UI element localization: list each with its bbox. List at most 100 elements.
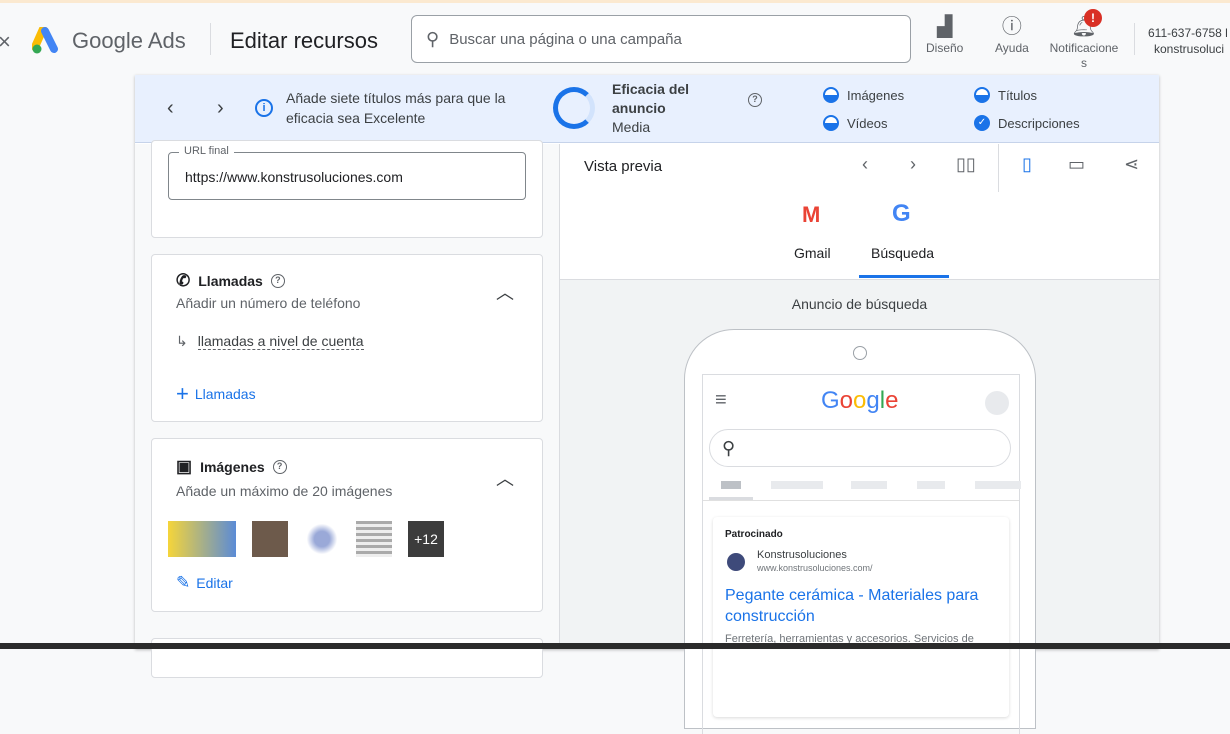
preview-header: Vista previa ‹ › ▯▯ ▯ ▭ ⋖ M G Gmail Búsq… [560, 144, 1159, 280]
notifications-button[interactable]: 🔔︎! Notificaciones [1048, 9, 1120, 71]
google-ads-logo[interactable]: Google Ads [32, 27, 186, 55]
final-url-label: URL final [179, 145, 234, 157]
ad-strength-value: Media [612, 119, 651, 135]
phone-tabs [703, 479, 1021, 501]
search-icon: ⚲ [722, 438, 736, 458]
prev-tip-button[interactable]: ‹ [167, 97, 174, 120]
check-videos: Vídeos [823, 115, 887, 131]
account-name: konstrusoluci [1154, 42, 1225, 56]
camera [853, 346, 867, 360]
plus-icon: + [176, 381, 189, 406]
phone-search-bar: ⚲ [709, 429, 1011, 467]
display-url: www.konstrusoluciones.com/ [757, 563, 873, 573]
advertiser-favicon [727, 553, 745, 571]
final-url-input[interactable]: URL final https://www.konstrusoluciones.c… [168, 145, 526, 200]
notifications-label: Notificaciones [1049, 41, 1119, 70]
help-icon: ⓘ [1001, 16, 1022, 38]
calls-subtitle: Añadir un número de teléfono [176, 295, 361, 311]
account-calls: ↳ llamadas a nivel de cuenta [176, 333, 364, 350]
product-name: Google Ads [72, 28, 186, 53]
image-thumbnail[interactable] [252, 521, 288, 557]
images-header: ▣ Imágenes? [176, 457, 287, 477]
divider [210, 23, 211, 55]
image-thumbnail[interactable] [168, 521, 236, 557]
columns-icon[interactable]: ▯▯ [956, 154, 976, 175]
more-images[interactable]: +12 [408, 521, 444, 557]
avatar [985, 391, 1009, 415]
collapse-icon[interactable]: ︿ [496, 279, 514, 305]
ad-strength-title: Eficacia del anuncio [612, 81, 690, 116]
image-icon: ▣ [176, 457, 193, 476]
phone-frame: ≡ Google ⚲ Patrocinado Konstrusoluciones… [684, 329, 1036, 734]
add-calls-button[interactable]: + Llamadas [176, 381, 256, 407]
preview-column: Vista previa ‹ › ▯▯ ▯ ▭ ⋖ M G Gmail Búsq… [559, 144, 1159, 734]
account-calls-link[interactable]: llamadas a nivel de cuenta [197, 333, 364, 350]
tab-placeholder [917, 481, 945, 489]
tab-indicator [709, 497, 753, 500]
divider [998, 144, 999, 192]
check-label: Vídeos [847, 115, 888, 131]
tab-gmail[interactable]: Gmail [794, 245, 831, 261]
help-label: Ayuda [995, 41, 1029, 55]
gmail-icon: M [802, 202, 821, 227]
search-ad-preview: Patrocinado Konstrusoluciones www.konstr… [713, 517, 1009, 717]
image-thumbnail[interactable] [304, 521, 340, 557]
next-tip-button[interactable]: › [217, 97, 224, 120]
account-id: 611-637-6758 l [1148, 26, 1228, 40]
check-label: Descripciones [998, 115, 1080, 131]
edit-label: Editar [196, 575, 233, 591]
design-label: Diseño [926, 41, 964, 55]
tab-placeholder [851, 481, 887, 489]
preview-area: Anuncio de búsqueda ≡ Google ⚲ Patrocina… [560, 280, 1159, 734]
design-icon: ▟ [936, 16, 953, 38]
ads-logo-icon [32, 27, 58, 54]
check-label: Imágenes [847, 87, 905, 103]
help-button[interactable]: ⓘ Ayuda [995, 13, 1029, 56]
close-icon[interactable]: × [0, 29, 11, 55]
design-button[interactable]: ▟ Diseño [926, 13, 963, 56]
bottom-bar [0, 643, 1230, 649]
google-logo: Google [821, 387, 899, 414]
edit-images-button[interactable]: ✎ Editar [176, 573, 233, 593]
tab-placeholder [771, 481, 823, 489]
account-menu[interactable]: 611-637-6758 l konstrusoluci [1148, 25, 1228, 57]
help-icon[interactable]: ? [270, 274, 285, 288]
tab-placeholder [721, 481, 741, 489]
search-icon: ⚲ [426, 28, 440, 49]
images-title: Imágenes [200, 459, 265, 475]
ad-strength-ring [553, 87, 595, 129]
notification-badge: ! [1084, 9, 1102, 27]
ad-strength-banner: ‹ › i Añade siete títulos más para que l… [135, 75, 1159, 143]
info-icon: i [255, 99, 273, 117]
final-url-value: https://www.konstrusoluciones.com [185, 169, 403, 185]
editor-panel: ‹ › i Añade siete títulos más para que l… [135, 75, 1159, 734]
help-icon[interactable]: ? [748, 93, 762, 107]
partial-icon [823, 115, 839, 131]
images-subtitle: Añade un máximo de 20 imágenes [176, 483, 393, 499]
advertiser-name: Konstrusoluciones [757, 549, 847, 561]
collapse-icon[interactable]: ︿ [496, 465, 514, 491]
check-images: Imágenes [823, 87, 904, 103]
check-descriptions: ✓ Descripciones [974, 115, 1080, 131]
tab-placeholder [975, 481, 1021, 489]
image-thumbnail[interactable] [356, 521, 392, 557]
tip-message: Añade siete títulos más para que la efic… [286, 90, 506, 126]
active-tab-indicator [859, 275, 949, 278]
ad-headline[interactable]: Pegante cerámica - Materiales para const… [725, 585, 995, 627]
next-preview-button[interactable]: › [910, 154, 916, 175]
page-title: Editar recursos [230, 28, 378, 53]
partial-icon [823, 87, 839, 103]
tab-search[interactable]: Búsqueda [871, 245, 934, 261]
preview-label: Anuncio de búsqueda [791, 296, 928, 312]
check-label: Títulos [998, 87, 1038, 103]
phone-screen: ≡ Google ⚲ Patrocinado Konstrusoluciones… [702, 374, 1021, 734]
search-input[interactable]: ⚲ Buscar una página o una campaña [411, 15, 911, 63]
check-titles: Títulos [974, 87, 1037, 103]
share-icon[interactable]: ⋖ [1124, 154, 1139, 175]
mobile-icon[interactable]: ▯ [1022, 154, 1032, 175]
laptop-icon[interactable]: ▭ [1068, 154, 1085, 175]
prev-preview-button[interactable]: ‹ [862, 154, 868, 175]
menu-icon: ≡ [715, 389, 727, 411]
help-icon[interactable]: ? [272, 460, 287, 474]
subdirectory-arrow-icon: ↳ [176, 333, 188, 349]
